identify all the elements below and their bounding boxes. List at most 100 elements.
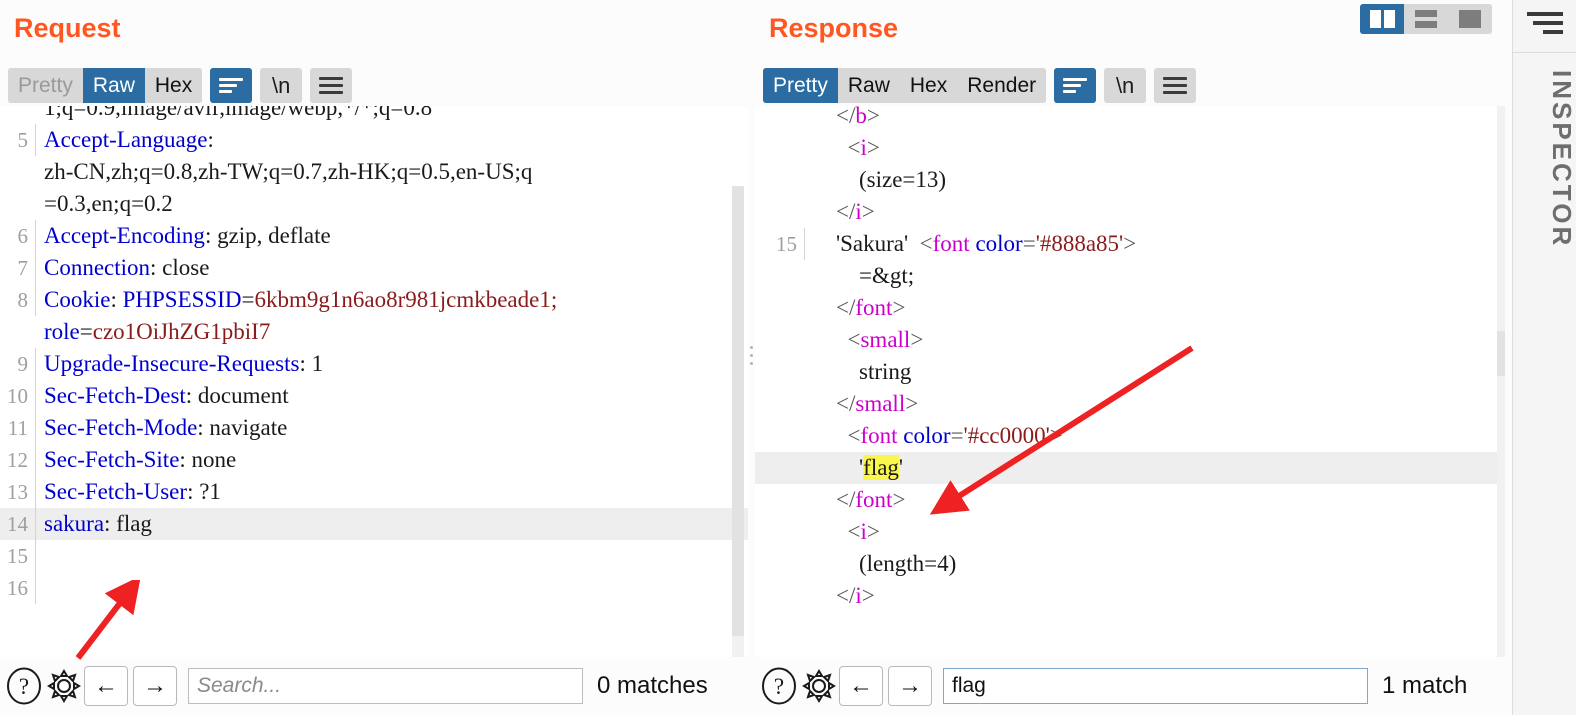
request-settings-button[interactable]: [44, 666, 84, 706]
request-code-line: 7 Connection: close: [0, 252, 752, 284]
line-content: <i>: [847, 519, 880, 544]
response-code-line: (length=4): [755, 548, 1505, 580]
line-content: =&gt;: [859, 263, 915, 288]
response-vertical-scrollbar-thumb[interactable]: [1497, 331, 1505, 376]
line-content: Upgrade-Insecure-Requests: 1: [44, 351, 324, 376]
response-search-prev-button[interactable]: ←: [839, 666, 883, 706]
request-tab-pretty[interactable]: Pretty: [8, 68, 83, 103]
line-number: 12: [0, 444, 36, 476]
hamburger-menu-icon: [319, 77, 344, 94]
response-code-line: (size=13): [755, 164, 1505, 196]
response-search-next-button[interactable]: →: [888, 666, 932, 706]
request-code-line: 1;q=0.9,image/avif,image/webp,*/*;q=0.8: [0, 106, 752, 124]
request-vertical-scrollbar-thumb[interactable]: [732, 186, 744, 636]
line-number: 6: [0, 220, 36, 252]
response-code-line: </font>: [755, 484, 1505, 516]
response-newline-button[interactable]: \n: [1104, 68, 1147, 103]
request-search-prev-button[interactable]: ←: [84, 666, 128, 706]
response-code-line: </i>: [755, 580, 1505, 612]
request-tab-hex[interactable]: Hex: [144, 68, 203, 103]
response-tab-pretty[interactable]: Pretty: [763, 68, 838, 103]
request-code-line: 16: [0, 572, 752, 604]
response-code-line: 'flag': [755, 452, 1505, 484]
burp-repeater-window: Request Pretty Raw Hex \n 1;q=0.9,image/…: [0, 0, 1576, 715]
line-content: 'Sakura' <font color='#888a85'>: [836, 231, 1137, 256]
newline-icon: \n: [272, 72, 291, 98]
word-wrap-icon: [1063, 78, 1088, 93]
response-code-lines: </b> <i> (size=13) </i> 15 'Sakura' <font…: [755, 106, 1505, 657]
request-match-count: 0 matches: [597, 672, 708, 699]
response-panel: Response Pretty Raw Hex Render \n </b> <…: [755, 0, 1509, 715]
line-number: 13: [0, 476, 36, 508]
response-code-line: </i>: [755, 196, 1505, 228]
line-content: </b>: [836, 106, 880, 128]
layout-vertical-split-button[interactable]: [1360, 4, 1404, 34]
line-content: sakura: flag: [44, 511, 152, 536]
gear-icon: [802, 669, 836, 703]
request-tab-raw[interactable]: Raw: [82, 68, 145, 103]
request-view-mode-group: Pretty Raw Hex: [8, 68, 203, 103]
request-help-button[interactable]: ?: [4, 666, 44, 706]
line-content: </small>: [836, 391, 919, 416]
question-mark-icon: ?: [7, 667, 41, 705]
line-content: </i>: [836, 199, 875, 224]
gear-icon: [47, 669, 81, 703]
response-code-line: <i>: [755, 516, 1505, 548]
inspector-collapse-icon[interactable]: [1527, 12, 1563, 34]
line-content: Sec-Fetch-User: ?1: [44, 479, 221, 504]
request-panel-title: Request: [14, 13, 121, 43]
request-newline-button[interactable]: \n: [260, 68, 303, 103]
response-tab-hex[interactable]: Hex: [899, 68, 958, 103]
line-content: 'flag': [859, 455, 904, 480]
line-content: Cookie: PHPSESSID=6kbm9g1n6ao8r981jcmkbe…: [44, 287, 558, 312]
request-menu-button[interactable]: [310, 68, 353, 103]
request-panel: Request Pretty Raw Hex \n 1;q=0.9,image/…: [0, 0, 756, 715]
response-code-area[interactable]: </b> <i> (size=13) </i> 15 'Sakura' <font…: [755, 106, 1505, 657]
line-number: 5: [0, 124, 36, 156]
line-content: role=czo1OiJhZG1pbiI7: [44, 319, 271, 344]
response-tab-render[interactable]: Render: [957, 68, 1047, 103]
request-search-input[interactable]: [188, 668, 583, 704]
question-mark-icon: ?: [762, 667, 796, 705]
request-code-area[interactable]: 1;q=0.9,image/avif,image/webp,*/*;q=0.8 5…: [0, 106, 752, 657]
request-code-line: 10 Sec-Fetch-Dest: document: [0, 380, 752, 412]
vertical-split-icon: [1369, 10, 1395, 28]
line-content: </i>: [836, 583, 875, 608]
request-search-next-button[interactable]: →: [133, 666, 177, 706]
request-word-wrap-icon[interactable]: [210, 68, 253, 103]
request-code-line: 5 Accept-Language:: [0, 124, 752, 156]
line-content: Sec-Fetch-Site: none: [44, 447, 237, 472]
response-help-button[interactable]: ?: [759, 666, 799, 706]
response-code-line: <font color='#cc0000'>: [755, 420, 1505, 452]
layout-single-pane-button[interactable]: [1448, 4, 1492, 34]
response-code-line: </font>: [755, 292, 1505, 324]
search-match-highlight: flag: [863, 455, 899, 480]
line-content: Connection: close: [44, 255, 210, 280]
request-code-line: role=czo1OiJhZG1pbiI7: [0, 316, 752, 348]
response-vertical-scrollbar-track[interactable]: [1497, 106, 1505, 657]
line-number: 8: [0, 284, 36, 316]
request-code-lines: 1;q=0.9,image/avif,image/webp,*/*;q=0.8 5…: [0, 106, 752, 657]
response-menu-button[interactable]: [1154, 68, 1197, 103]
response-settings-button[interactable]: [799, 666, 839, 706]
line-number: 11: [0, 412, 36, 444]
single-pane-icon: [1459, 10, 1481, 28]
response-tab-raw[interactable]: Raw: [837, 68, 900, 103]
line-content: (length=4): [859, 551, 957, 576]
response-code-line: 15 'Sakura' <font color='#888a85'>: [755, 228, 1505, 260]
response-search-input[interactable]: [943, 668, 1368, 704]
request-code-line: 15: [0, 540, 752, 572]
response-code-line: </b>: [755, 106, 1505, 132]
panel-splitter[interactable]: [748, 106, 755, 657]
line-content: (size=13): [859, 167, 947, 192]
request-code-line: 9 Upgrade-Insecure-Requests: 1: [0, 348, 752, 380]
response-code-line: </small>: [755, 388, 1505, 420]
line-content: Accept-Language:: [44, 127, 214, 152]
response-word-wrap-icon[interactable]: [1054, 68, 1097, 103]
response-search-bar: ? ← → flag 1 match: [755, 657, 1509, 715]
line-content: <small>: [847, 327, 924, 352]
line-content: </font>: [836, 487, 906, 512]
response-code-line: <small>: [755, 324, 1505, 356]
inspector-label[interactable]: INSPECTOR: [1513, 70, 1576, 248]
layout-horizontal-split-button[interactable]: [1404, 4, 1448, 34]
